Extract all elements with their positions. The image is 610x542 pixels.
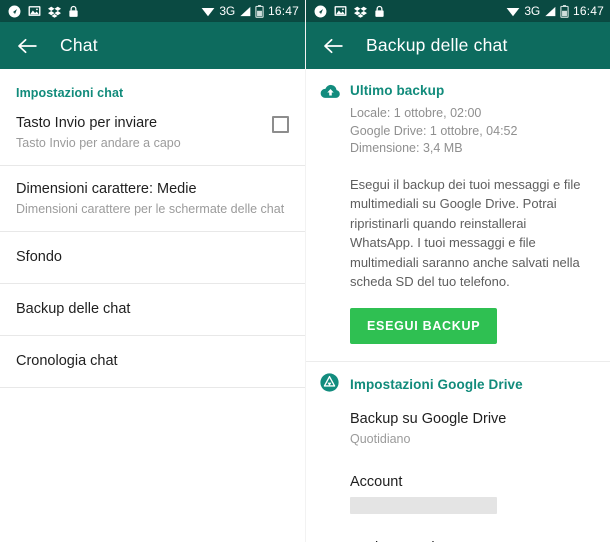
backup-row-google-drive-frequency[interactable]: Backup su Google Drive Quotidiano	[306, 397, 610, 460]
wifi-icon	[201, 6, 215, 17]
signal-icon	[239, 6, 251, 17]
lock-icon	[68, 5, 79, 18]
row-title: Backup su Google Drive	[350, 410, 507, 427]
arrow-left-icon	[324, 38, 343, 53]
setting-title: Dimensioni carattere: Medie	[16, 181, 197, 197]
status-bar-right: 3G 16:47	[306, 0, 610, 22]
wifi-icon	[506, 6, 520, 17]
backup-row-network[interactable]: Backup tramite Solo Wi-Fi	[306, 526, 610, 542]
run-backup-button[interactable]: ESEGUI BACKUP	[350, 307, 498, 344]
clock-label: 16:47	[267, 4, 299, 18]
status-bar-left-icons	[314, 5, 385, 18]
lock-icon	[374, 5, 385, 18]
row-subtitle: Quotidiano	[350, 431, 411, 446]
dropbox-icon	[48, 5, 61, 18]
google-drive-settings-header: Impostazioni Google Drive	[306, 362, 610, 397]
setting-title: Cronologia chat	[16, 353, 118, 369]
setting-title: Tasto Invio per inviare	[16, 115, 158, 131]
app-bar-right: Backup delle chat	[306, 22, 610, 69]
status-bar-left: 3G 16:47	[0, 0, 305, 22]
backup-content: Ultimo backup Locale: 1 ottobre, 02:00 G…	[306, 69, 610, 542]
setting-row-chat-history[interactable]: Cronologia chat	[0, 336, 305, 387]
chat-backup-screen: 3G 16:47 Backup delle chat Ultimo backup…	[305, 0, 610, 542]
backup-button-wrapper: ESEGUI BACKUP	[306, 292, 610, 344]
account-value-redacted	[350, 496, 497, 514]
back-button-right[interactable]	[320, 33, 346, 59]
arrow-left-icon	[18, 38, 37, 53]
backup-size-line: Dimensione: 3,4 MB	[350, 141, 463, 155]
status-bar-right-icons: 3G 16:47	[201, 4, 299, 18]
row-title: Account	[350, 473, 403, 490]
back-button-left[interactable]	[14, 33, 40, 59]
setting-row-wallpaper[interactable]: Sfondo	[0, 232, 305, 283]
chat-settings-list: Impostazioni chat Tasto Invio per inviar…	[0, 69, 305, 388]
list-divider	[0, 387, 305, 388]
network-type-label: 3G	[219, 4, 235, 18]
last-backup-block: Ultimo backup Locale: 1 ottobre, 02:00 G…	[306, 69, 610, 158]
setting-title: Backup delle chat	[16, 301, 131, 317]
backup-local-line: Locale: 1 ottobre, 02:00	[350, 106, 482, 120]
backup-drive-line: Google Drive: 1 ottobre, 04:52	[350, 123, 518, 138]
row-title: Backup tramite	[350, 539, 594, 542]
setting-subtitle: Dimensioni carattere per le schermate de…	[16, 202, 285, 216]
last-backup-details: Locale: 1 ottobre, 02:00 Google Drive: 1…	[350, 105, 594, 158]
status-bar-right-icons: 3G 16:47	[506, 4, 604, 18]
setting-row-chat-backup[interactable]: Backup delle chat	[0, 284, 305, 335]
signal-icon	[544, 6, 556, 17]
image-icon	[28, 5, 41, 17]
last-backup-heading: Ultimo backup	[350, 83, 445, 98]
setting-row-enter-to-send[interactable]: Tasto Invio per inviare Tasto Invio per …	[0, 100, 305, 165]
status-bar-left-icons	[8, 5, 79, 18]
chat-settings-screen: 3G 16:47 Chat Impostazioni chat Tasto In…	[0, 0, 305, 542]
setting-title: Sfondo	[16, 249, 62, 265]
google-drive-settings-label: Impostazioni Google Drive	[350, 376, 523, 392]
dropbox-icon	[354, 5, 367, 18]
page-title-right: Backup delle chat	[366, 35, 508, 55]
battery-icon	[560, 4, 569, 18]
image-icon	[334, 5, 347, 17]
battery-icon	[255, 4, 264, 18]
cloud-upload-icon	[320, 83, 350, 158]
app-bar-left: Chat	[0, 22, 305, 69]
section-header-chat-settings: Impostazioni chat	[16, 86, 124, 100]
google-drive-icon	[320, 372, 350, 397]
location-arrow-icon	[314, 5, 327, 18]
backup-row-account[interactable]: Account	[306, 460, 610, 526]
network-type-label: 3G	[524, 4, 540, 18]
dual-screenshot-container: 3G 16:47 Chat Impostazioni chat Tasto In…	[0, 0, 610, 542]
clock-label: 16:47	[572, 4, 604, 18]
location-arrow-icon	[8, 5, 21, 18]
page-title-left: Chat	[60, 35, 98, 55]
setting-subtitle: Tasto Invio per andare a capo	[16, 136, 181, 150]
setting-row-font-size[interactable]: Dimensioni carattere: Medie Dimensioni c…	[0, 166, 305, 231]
backup-description: Esegui il backup dei tuoi messaggi e fil…	[350, 176, 581, 290]
checkbox-enter-to-send[interactable]	[272, 116, 289, 133]
